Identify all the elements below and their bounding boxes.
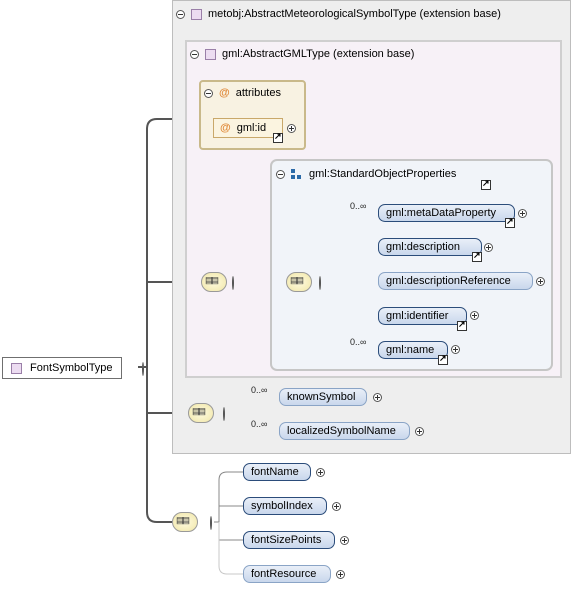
- collapse-icon[interactable]: [276, 169, 285, 179]
- attributes-label: attributes: [235, 87, 281, 99]
- expand-icon[interactable]: [470, 311, 479, 320]
- element-gml-description[interactable]: gml:description: [378, 238, 482, 256]
- element-gml-identifier[interactable]: gml:identifier: [378, 307, 467, 325]
- sequence-compositor-icon[interactable]: [286, 272, 312, 292]
- element-gml-descriptionreference[interactable]: gml:descriptionReference: [378, 272, 533, 290]
- attribute-label: gml:id: [236, 122, 267, 134]
- group-label: gml:StandardObjectProperties: [309, 168, 457, 180]
- element-fontresource[interactable]: fontResource: [243, 565, 331, 583]
- reference-link-icon[interactable]: [438, 353, 448, 365]
- cardinality-label: 0..∞: [350, 201, 367, 211]
- reference-link-icon[interactable]: [481, 178, 491, 190]
- collapse-icon[interactable]: [204, 88, 213, 98]
- complex-type-icon: [191, 8, 202, 20]
- group-box: [270, 159, 553, 371]
- attribute-icon: @: [219, 87, 230, 99]
- expand-icon[interactable]: [451, 345, 460, 354]
- extension-inner-header: gml:AbstractGMLType (extension base): [190, 48, 414, 60]
- expand-icon[interactable]: [316, 468, 325, 477]
- element-gml-metadataproperty[interactable]: gml:metaDataProperty: [378, 204, 515, 222]
- element-fontname[interactable]: fontName: [243, 463, 311, 481]
- collapse-icon[interactable]: [142, 362, 144, 376]
- cardinality-label: 0..∞: [251, 385, 268, 395]
- collapse-icon[interactable]: [190, 49, 199, 59]
- complex-type-icon: [11, 362, 22, 374]
- expand-icon[interactable]: [415, 427, 424, 436]
- group-icon: [291, 168, 303, 180]
- extension-inner-label: gml:AbstractGMLType (extension base): [222, 48, 415, 60]
- collapse-icon[interactable]: [232, 276, 234, 290]
- collapse-icon[interactable]: [176, 9, 185, 19]
- expand-icon[interactable]: [536, 277, 545, 286]
- expand-icon[interactable]: [373, 393, 382, 402]
- complex-type-icon: [205, 48, 216, 60]
- element-symbolindex[interactable]: symbolIndex: [243, 497, 327, 515]
- collapse-icon[interactable]: [319, 276, 321, 290]
- reference-link-icon[interactable]: [457, 319, 467, 331]
- element-fontsizepoints[interactable]: fontSizePoints: [243, 531, 335, 549]
- expand-icon[interactable]: [287, 124, 296, 133]
- collapse-icon[interactable]: [210, 516, 212, 530]
- expand-icon[interactable]: [336, 570, 345, 579]
- element-localizedsymbolname[interactable]: localizedSymbolName: [279, 422, 410, 440]
- root-type[interactable]: FontSymbolType: [2, 357, 122, 379]
- element-knownsymbol[interactable]: knownSymbol: [279, 388, 367, 406]
- cardinality-label: 0..∞: [251, 419, 268, 429]
- attributes-header: @ attributes: [204, 87, 281, 99]
- extension-outer-label: metobj:AbstractMeteorologicalSymbolType …: [208, 8, 501, 20]
- sequence-compositor-icon[interactable]: [172, 512, 198, 532]
- group-header: gml:StandardObjectProperties: [276, 168, 456, 180]
- collapse-icon[interactable]: [223, 407, 225, 421]
- reference-link-icon[interactable]: [472, 250, 482, 262]
- sequence-compositor-icon[interactable]: [201, 272, 227, 292]
- reference-link-icon[interactable]: [505, 216, 515, 228]
- expand-icon[interactable]: [340, 536, 349, 545]
- sequence-compositor-icon[interactable]: [188, 403, 214, 423]
- root-type-label: FontSymbolType: [30, 362, 113, 374]
- expand-icon[interactable]: [518, 209, 527, 218]
- expand-icon[interactable]: [484, 243, 493, 252]
- expand-icon[interactable]: [332, 502, 341, 511]
- extension-outer-header: metobj:AbstractMeteorologicalSymbolType …: [176, 8, 501, 20]
- cardinality-label: 0..∞: [350, 337, 367, 347]
- reference-link-icon[interactable]: [273, 131, 283, 143]
- attribute-icon: @: [220, 122, 231, 134]
